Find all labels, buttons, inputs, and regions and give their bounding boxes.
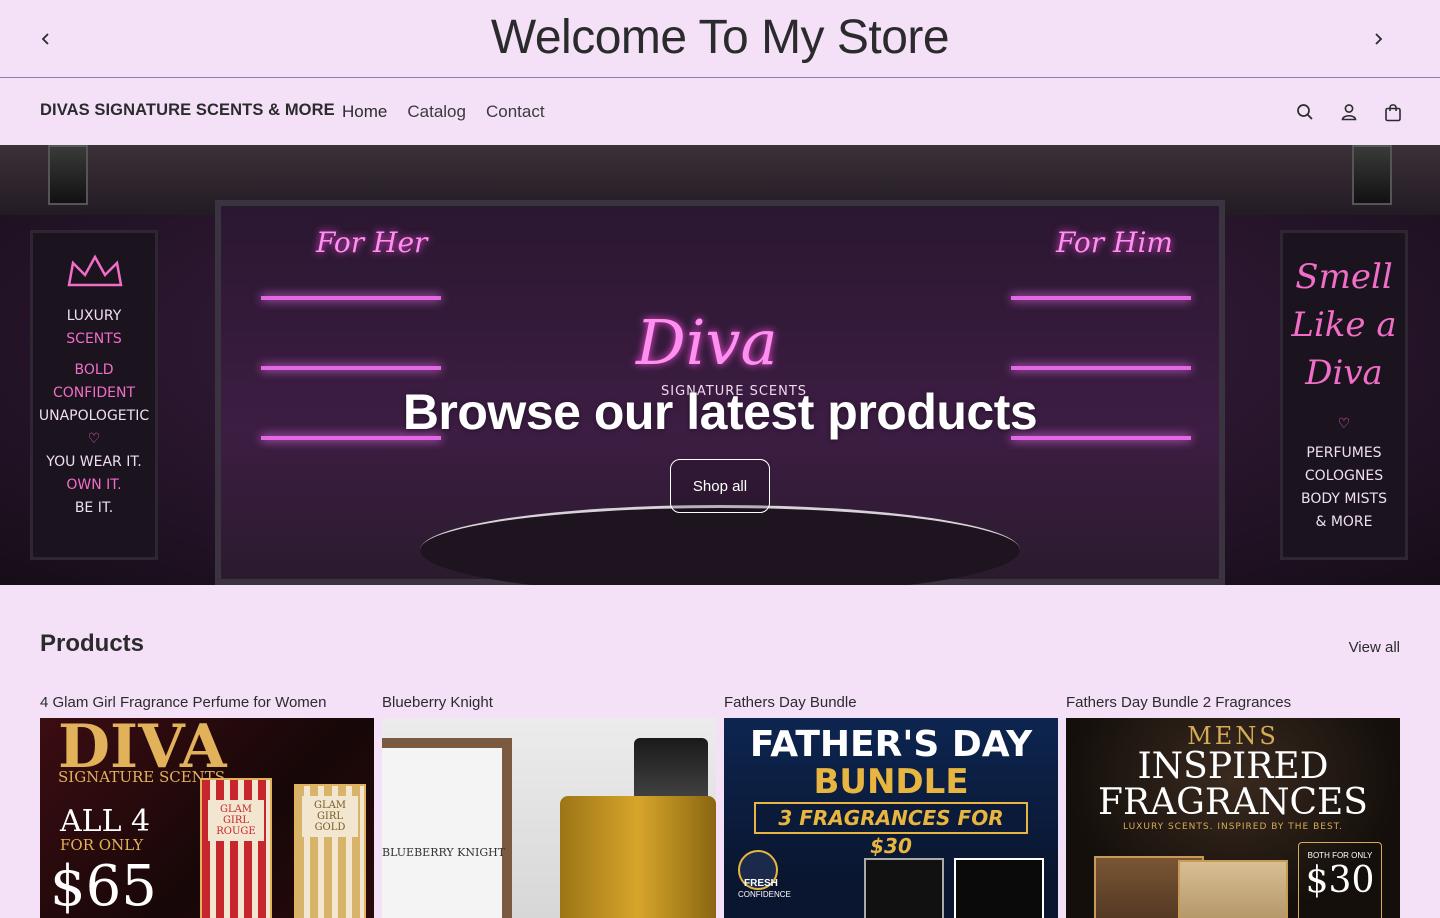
account-icon bbox=[1341, 104, 1357, 121]
image-text: BOTH FOR ONLY bbox=[1307, 851, 1373, 860]
image-text: FOR ONLY bbox=[60, 836, 144, 854]
sign-line: YOU WEAR IT. bbox=[46, 454, 142, 470]
product-image[interactable]: BLUEBERRY KNIGHT bbox=[382, 718, 716, 918]
image-text: FRESH bbox=[744, 878, 778, 889]
wall-lamp-right bbox=[1352, 145, 1392, 205]
hero-banner: For Her For Him Diva SIGNATURE SCENTS LU… bbox=[0, 145, 1440, 585]
sign-line: OWN IT. bbox=[66, 477, 122, 493]
cart-button[interactable] bbox=[1380, 99, 1406, 125]
perfume-box bbox=[954, 858, 1044, 918]
sign-line: COLOGNES bbox=[1304, 468, 1384, 484]
perfume-box: GLAM GIRL ROUGE bbox=[200, 778, 272, 918]
product-name[interactable]: Fathers Day Bundle bbox=[724, 692, 1058, 718]
cart-icon bbox=[1385, 103, 1401, 121]
hero-heading: Browse our latest products bbox=[402, 384, 1038, 440]
sign-line: LUXURY bbox=[66, 308, 122, 324]
display-counter bbox=[420, 505, 1020, 585]
image-text: INSPIRED bbox=[1137, 746, 1329, 787]
image-price: $65 bbox=[50, 854, 157, 918]
product-name[interactable]: Fathers Day Bundle 2 Fragrances bbox=[1066, 692, 1400, 718]
sign-line: BOLD bbox=[74, 362, 114, 378]
product-card[interactable]: Blueberry Knight BLUEBERRY KNIGHT bbox=[382, 692, 716, 918]
header-icons bbox=[1292, 99, 1406, 125]
nav-link-contact[interactable]: Contact bbox=[486, 102, 545, 122]
nav-link-home[interactable]: Home bbox=[342, 102, 387, 122]
announcement-title: Welcome To My Store bbox=[490, 11, 950, 64]
sign-line: & MORE bbox=[1315, 514, 1373, 530]
perfume-box bbox=[1178, 860, 1288, 918]
product-card[interactable]: Fathers Day Bundle 2 Fragrances MENS INS… bbox=[1066, 692, 1400, 918]
price-badge: BOTH FOR ONLY $30 bbox=[1298, 842, 1382, 918]
wall-lamp-left bbox=[48, 145, 88, 205]
sign-script-line: Like a bbox=[1291, 305, 1397, 345]
product-name[interactable]: Blueberry Knight bbox=[382, 692, 716, 718]
shop-all-button[interactable]: Shop all bbox=[670, 459, 770, 513]
search-icon bbox=[1297, 104, 1313, 120]
sign-line: BODY MISTS bbox=[1301, 491, 1387, 507]
next-announcement-button[interactable] bbox=[1365, 26, 1391, 52]
image-text: 3 FRAGRANCES FOR $30 bbox=[754, 802, 1028, 858]
main-nav: Home Catalog Contact bbox=[342, 102, 545, 122]
sign-script-line: Smell bbox=[1295, 257, 1393, 297]
product-card[interactable]: Fathers Day Bundle FATHER'S DAY BUNDLE 3… bbox=[724, 692, 1058, 918]
neon-shelf bbox=[1011, 296, 1191, 300]
neon-shelf bbox=[261, 366, 441, 370]
announcement-bar: Welcome To My Store bbox=[0, 0, 1440, 78]
view-all-link[interactable]: View all bbox=[1349, 639, 1400, 656]
image-text: FATHER'S DAY bbox=[749, 724, 1033, 765]
neon-shelf bbox=[1011, 366, 1191, 370]
neon-shelf bbox=[261, 296, 441, 300]
product-image[interactable]: FATHER'S DAY BUNDLE 3 FRAGRANCES FOR $30… bbox=[724, 718, 1058, 918]
sign-line: SCENTS bbox=[66, 331, 122, 347]
image-text: BLUEBERRY KNIGHT bbox=[382, 846, 506, 859]
search-button[interactable] bbox=[1292, 99, 1318, 125]
image-text: CONFIDENCE bbox=[738, 890, 791, 899]
products-section-title: Products bbox=[40, 630, 145, 657]
account-button[interactable] bbox=[1336, 99, 1362, 125]
sign-line: PERFUMES bbox=[1306, 445, 1382, 461]
neon-for-her: For Her bbox=[316, 226, 428, 259]
perfume-box: GLAM GIRL GOLD bbox=[294, 784, 366, 918]
image-price: $30 bbox=[1305, 860, 1375, 901]
store-brand[interactable]: DIVAS SIGNATURE SCENTS & MORE bbox=[40, 101, 335, 120]
product-card[interactable]: 4 Glam Girl Fragrance Perfume for Women … bbox=[40, 692, 374, 918]
neon-for-him: For Him bbox=[1056, 226, 1173, 259]
perfume-box bbox=[864, 858, 944, 918]
image-text: GLAM GIRL GOLD bbox=[302, 796, 358, 837]
product-image[interactable]: DIVA SIGNATURE SCENTS ALL 4 FOR ONLY $65… bbox=[40, 718, 374, 918]
crown-icon bbox=[67, 254, 123, 287]
neon-diva-logo: Diva bbox=[636, 306, 778, 379]
sign-line: BE IT. bbox=[74, 500, 114, 516]
image-text: ALL 4 bbox=[60, 804, 151, 839]
image-text: LUXURY SCENTS. INSPIRED BY THE BEST. bbox=[1123, 822, 1343, 832]
image-text: BUNDLE bbox=[813, 762, 969, 802]
chevron-right-icon bbox=[1375, 33, 1383, 45]
perfume-box bbox=[382, 738, 512, 918]
right-sign-script: Smell Like a Diva bbox=[1283, 253, 1405, 397]
bottle-cap bbox=[634, 738, 708, 802]
product-name[interactable]: 4 Glam Girl Fragrance Perfume for Women bbox=[40, 692, 374, 718]
site-header: DIVAS SIGNATURE SCENTS & MORE Home Catal… bbox=[0, 79, 1440, 145]
nav-link-catalog[interactable]: Catalog bbox=[407, 102, 466, 122]
image-text: GLAM GIRL ROUGE bbox=[208, 800, 264, 841]
product-image[interactable]: MENS INSPIRED FRAGRANCES LUXURY SCENTS. … bbox=[1066, 718, 1400, 918]
image-text: FRAGRANCES bbox=[1098, 782, 1368, 823]
